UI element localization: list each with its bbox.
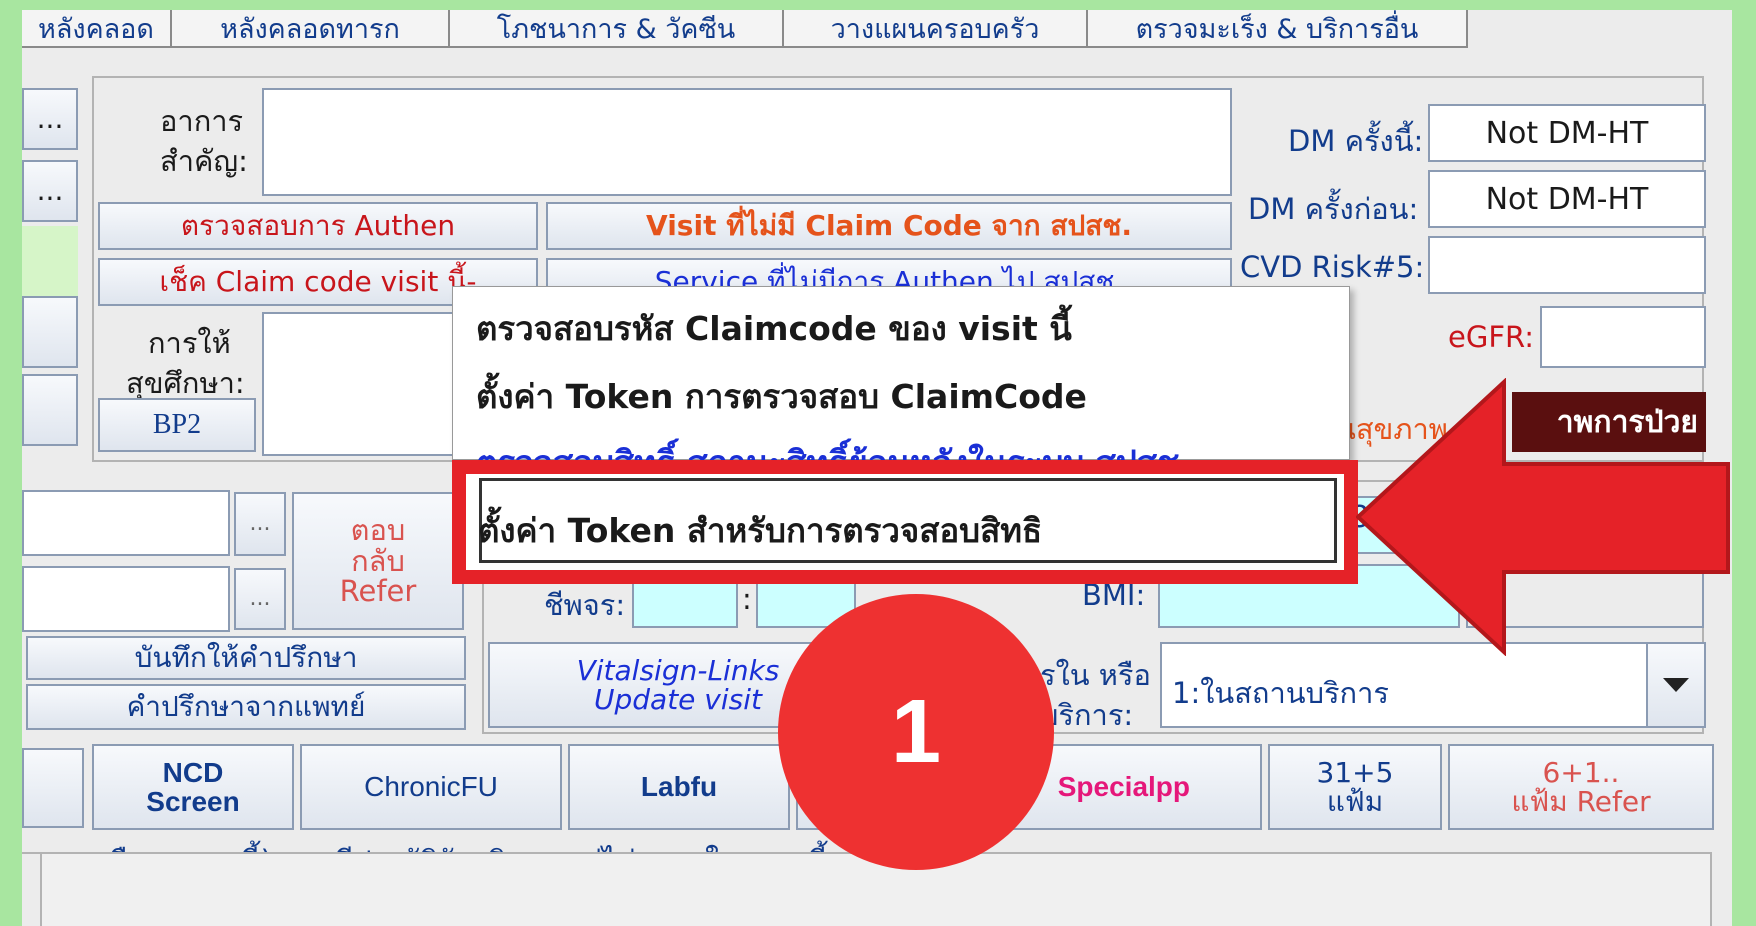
chevron-down-icon[interactable] [1646,644,1704,726]
reply-refer-button[interactable]: ตอบ กลับ Refer [292,492,464,630]
health-education-field[interactable] [262,312,462,456]
dm-current-label: DM ครั้งนี้: [1288,124,1424,158]
chronic-fu-button[interactable]: ChronicFU [300,744,562,830]
tab-cancer-screening[interactable]: ตรวจมะเร็ง & บริการอื่น [1088,10,1468,48]
left-status-area [22,226,78,296]
step-number-badge: 1 [778,594,1054,870]
menu-item-check-claimcode[interactable]: ตรวจสอบรหัส Claimcode ของ visit นี้ [476,302,1072,355]
left-stub-button-1[interactable] [22,296,78,368]
menu-item-token-claimcode[interactable]: ตั้งค่า Token การตรวจสอบ ClaimCode [476,370,1087,423]
tab-postpartum[interactable]: หลังคลอด [22,10,172,48]
pulse-colon: : [742,582,752,616]
service-location-value: 1:ในสถานบริการ [1172,676,1389,710]
dm-previous-label: DM ครั้งก่อน: [1248,192,1419,226]
left-stub-button-2[interactable] [22,374,78,446]
annotation-arrow-icon [1356,378,1732,656]
refer-ellipsis-button-2[interactable]: ... [234,568,286,630]
menu-item-check-rights[interactable]: ตรวจสอบสิทธิ์ สถานะสิทธิ์ย้อนหลังในระบบ … [476,436,1192,462]
left-ellipsis-button-1[interactable]: ... [22,88,78,150]
chief-complaint-field[interactable] [262,88,1232,196]
background-band-right [1732,0,1756,926]
tab-nutrition-vaccine[interactable]: โภชนาการ & วัคซีน [450,10,784,48]
chief-complaint-label-2: สำคัญ: [160,144,248,178]
labfu-button[interactable]: Labfu [568,744,790,830]
cvd-risk-field[interactable] [1428,236,1706,294]
left-ellipsis-button-2[interactable]: ... [22,160,78,222]
refer-field-1[interactable] [22,490,230,556]
background-band-left [0,0,22,926]
dm-current-value[interactable]: Not DM-HT [1428,104,1706,162]
egfr-field[interactable] [1540,306,1706,368]
doctor-consult-button[interactable]: คำปรึกษาจากแพทย์ [26,684,466,730]
pulse-label: ชีพจร: [544,588,626,622]
bp2-button[interactable]: BP2 [98,398,256,452]
folder-refer-button[interactable]: 6+1.. แฟ้ม Refer [1448,744,1714,830]
bottom-stub-button[interactable] [22,748,84,828]
tab-postpartum-infant[interactable]: หลังคลอดทารก [172,10,450,48]
egfr-label: eGFR: [1448,320,1535,354]
menu-item-token-rights[interactable]: ตั้งค่า Token สำหรับการตรวจสอบสิทธิ [478,504,1042,557]
refer-ellipsis-button-1[interactable]: ... [234,492,286,556]
visit-no-claim-code-button[interactable]: Visit ที่ไม่มี Claim Code จาก สปสช. [546,202,1232,250]
vitalsign-links-line2: Update visit [594,683,762,716]
save-consult-button[interactable]: บันทึกให้คำปรึกษา [26,636,466,680]
cvd-risk-label: CVD Risk#5: [1240,250,1425,284]
folder-31-5-button[interactable]: 31+5 แฟ้ม [1268,744,1442,830]
vitalsign-links-line1: Vitalsign-Links [576,653,780,687]
ncd-screen-button[interactable]: NCD Screen [92,744,294,830]
tab-family-planning[interactable]: วางแผนครอบครัว [784,10,1088,48]
refer-field-2[interactable] [22,566,230,632]
background-band-top [0,0,1756,10]
check-authen-button[interactable]: ตรวจสอบการ Authen [98,202,538,250]
dm-previous-value[interactable]: Not DM-HT [1428,170,1706,228]
